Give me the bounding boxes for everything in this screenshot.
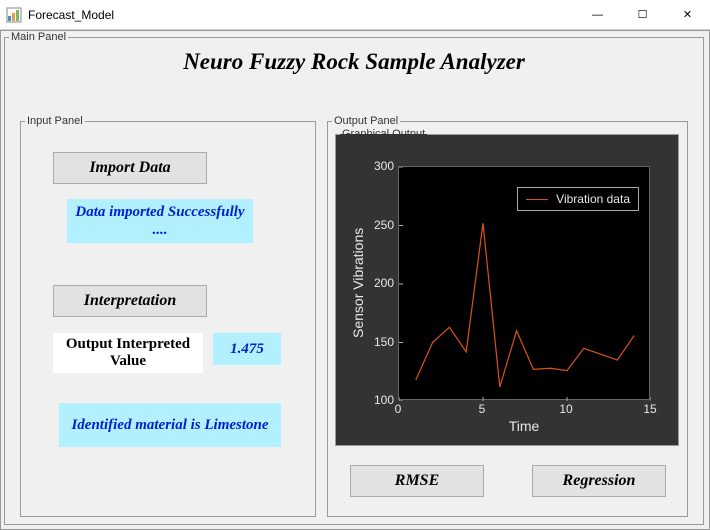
window-titlebar: Forecast_Model — ☐ ✕: [0, 0, 710, 30]
window-minimize-button[interactable]: —: [575, 0, 620, 30]
app-title: Neuro Fuzzy Rock Sample Analyzer: [5, 49, 703, 75]
chart: Sensor Vibrations Time Vibration data 10…: [350, 152, 664, 448]
output-panel: Output Panel Graphical Output Sensor Vib…: [327, 115, 688, 517]
chart-ytick: 200: [366, 276, 394, 290]
chart-xtick: 10: [554, 402, 578, 416]
output-interpreted-value: 1.475: [213, 333, 281, 365]
output-interpreted-value-label: Output Interpreted Value: [53, 333, 203, 373]
rmse-label: RMSE: [395, 472, 439, 490]
app-icon: [6, 7, 22, 23]
regression-button[interactable]: Regression: [532, 465, 666, 497]
chart-ytick: 250: [366, 218, 394, 232]
graphical-output-legend: Graphical Output: [340, 128, 427, 140]
input-panel-legend: Input Panel: [25, 115, 85, 127]
window-title: Forecast_Model: [28, 8, 114, 22]
chart-series-line: [416, 223, 634, 387]
chart-xtick: 5: [470, 402, 494, 416]
rmse-button[interactable]: RMSE: [350, 465, 484, 497]
chart-legend: Vibration data: [517, 187, 639, 211]
import-data-label: Import Data: [89, 159, 170, 177]
import-data-button[interactable]: Import Data: [53, 152, 207, 184]
interpretation-label: Interpretation: [84, 292, 176, 310]
output-panel-legend: Output Panel: [332, 115, 400, 127]
window-maximize-button[interactable]: ☐: [620, 0, 665, 30]
main-panel-legend: Main Panel: [9, 31, 68, 43]
chart-ytick: 300: [366, 159, 394, 173]
graphical-output-panel: Graphical Output Sensor Vibrations Time …: [335, 128, 679, 446]
input-panel: Input Panel Import Data Data imported Su…: [20, 115, 316, 517]
chart-ylabel: Sensor Vibrations: [348, 166, 368, 400]
chart-xlabel: Time: [398, 418, 650, 438]
chart-ytick: 150: [366, 335, 394, 349]
legend-swatch: [526, 199, 548, 200]
window-close-button[interactable]: ✕: [665, 0, 710, 30]
import-status-text: Data imported Successfully ....: [67, 199, 253, 243]
chart-xtick: 15: [638, 402, 662, 416]
interpretation-button[interactable]: Interpretation: [53, 285, 207, 317]
chart-xtick: 0: [386, 402, 410, 416]
regression-label: Regression: [563, 472, 636, 490]
material-identification-text: Identified material is Limestone: [59, 403, 281, 447]
main-panel: Main Panel Neuro Fuzzy Rock Sample Analy…: [4, 31, 704, 525]
app-content: Main Panel Neuro Fuzzy Rock Sample Analy…: [0, 30, 710, 530]
chart-plot-area: Vibration data: [398, 166, 650, 400]
legend-series-label: Vibration data: [556, 192, 630, 206]
